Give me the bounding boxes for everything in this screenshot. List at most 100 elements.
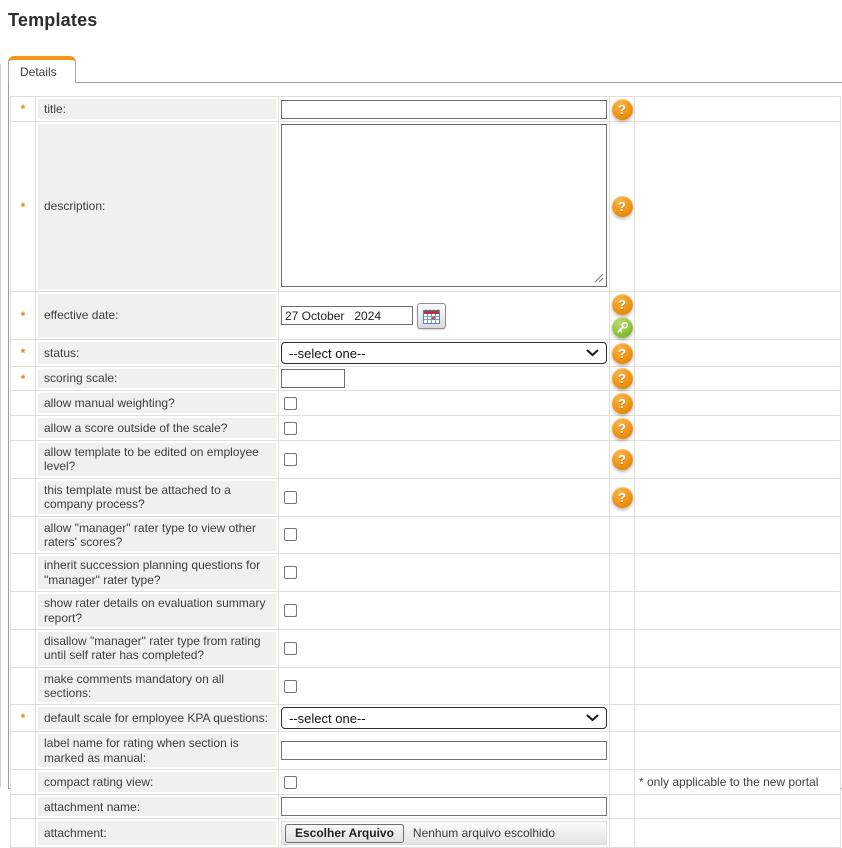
help-icon[interactable]: ? <box>612 368 633 389</box>
page-title: Templates <box>8 10 842 31</box>
score-outside-scale-checkbox[interactable] <box>284 422 297 435</box>
note-cell <box>635 630 840 667</box>
form-row-compact-rating: compact rating view: * only applicable t… <box>11 769 840 794</box>
status-select-value: --select one-- <box>289 346 366 361</box>
required-marker <box>11 795 36 818</box>
form-row-rater-details: show rater details on evaluation summary… <box>11 591 840 629</box>
kpa-scale-select[interactable]: --select one-- <box>281 707 607 729</box>
field-label-template-editable: allow template to be edited on employee … <box>36 441 279 478</box>
key-icon[interactable] <box>612 317 633 338</box>
help-icon[interactable]: ? <box>612 196 633 217</box>
note-cell <box>635 592 840 629</box>
field-label-title: title: <box>36 97 279 121</box>
note-cell <box>635 340 840 366</box>
disallow-manager-rating-checkbox[interactable] <box>284 642 297 655</box>
inherit-succession-checkbox[interactable] <box>284 566 297 579</box>
note-cell <box>635 819 840 847</box>
form-row-manual-weighting: allow manual weighting? ? <box>11 390 840 415</box>
manual-weighting-checkbox[interactable] <box>284 397 297 410</box>
field-label-comments-mandatory: make comments mandatory on all sections: <box>36 668 279 705</box>
form-row-comments-mandatory: make comments mandatory on all sections: <box>11 667 840 705</box>
choose-file-button[interactable]: Escolher Arquivo <box>285 824 404 843</box>
field-label-compact-rating: compact rating view: <box>36 770 279 794</box>
required-marker: * <box>11 367 36 390</box>
note-cell <box>635 97 840 121</box>
attachment-file-input[interactable]: Escolher Arquivo Nenhum arquivo escolhid… <box>281 821 607 845</box>
required-marker: * <box>11 705 36 731</box>
description-textarea[interactable] <box>281 124 607 287</box>
form-row-score-outside-scale: allow a score outside of the scale? ? <box>11 415 840 440</box>
field-label-score-outside-scale: allow a score outside of the scale? <box>36 416 279 440</box>
attachment-name-input[interactable] <box>281 797 607 816</box>
title-input[interactable] <box>281 100 607 119</box>
form-row-inherit-succession: inherit succession planning questions fo… <box>11 553 840 591</box>
compact-rating-checkbox[interactable] <box>284 776 297 789</box>
note-cell <box>635 732 840 769</box>
manual-rating-label-input[interactable] <box>281 741 607 760</box>
help-icon[interactable]: ? <box>612 294 633 315</box>
help-icon[interactable]: ? <box>612 449 633 470</box>
kpa-scale-select-value: --select one-- <box>289 711 366 726</box>
form-row-manual-rating-label: label name for rating when section is ma… <box>11 731 840 769</box>
help-icon[interactable]: ? <box>612 487 633 508</box>
field-label-manager-view-scores: allow "manager" rater type to view other… <box>36 517 279 554</box>
template-editable-checkbox[interactable] <box>284 453 297 466</box>
tab-details-label: Details <box>20 65 57 79</box>
chevron-down-icon <box>586 349 599 357</box>
rater-details-checkbox[interactable] <box>284 604 297 617</box>
help-icon[interactable]: ? <box>612 343 633 364</box>
help-icon[interactable]: ? <box>612 99 633 120</box>
status-select[interactable]: --select one-- <box>281 342 607 364</box>
field-label-manual-rating-label: label name for rating when section is ma… <box>36 732 279 769</box>
required-marker <box>11 630 36 667</box>
help-icon[interactable]: ? <box>612 418 633 439</box>
field-label-description: description: <box>36 122 279 291</box>
required-marker: * <box>11 97 36 121</box>
note-cell <box>635 668 840 705</box>
form-row-scoring-scale: * scoring scale: ? <box>11 366 840 390</box>
form-row-manager-view-scores: allow "manager" rater type to view other… <box>11 516 840 554</box>
note-cell <box>635 391 840 415</box>
field-label-effective-date: effective date: <box>36 292 279 339</box>
field-label-attachment-name: attachment name: <box>36 795 279 818</box>
required-marker: * <box>11 340 36 366</box>
form-row-template-editable: allow template to be edited on employee … <box>11 440 840 478</box>
form-row-attachment: attachment: Escolher Arquivo Nenhum arqu… <box>11 818 840 847</box>
note-cell <box>635 441 840 478</box>
required-marker: * <box>11 292 36 339</box>
form-row-company-process: this template must be attached to a comp… <box>11 478 840 516</box>
note-cell <box>635 416 840 440</box>
manager-view-scores-checkbox[interactable] <box>284 528 297 541</box>
required-marker <box>11 770 36 794</box>
company-process-checkbox[interactable] <box>284 491 297 504</box>
scoring-scale-input[interactable] <box>281 369 345 388</box>
form-row-disallow-manager-rating: disallow "manager" rater type from ratin… <box>11 629 840 667</box>
form-row-status: * status: --select one-- ? <box>11 339 840 366</box>
field-label-inherit-succession: inherit succession planning questions fo… <box>36 554 279 591</box>
required-marker <box>11 819 36 847</box>
note-cell <box>635 479 840 516</box>
note-cell <box>635 554 840 591</box>
field-label-scoring-scale: scoring scale: <box>36 367 279 390</box>
field-label-rater-details: show rater details on evaluation summary… <box>36 592 279 629</box>
required-marker <box>11 732 36 769</box>
form-row-description: * description: ? <box>11 121 840 291</box>
note-cell <box>635 122 840 291</box>
help-icon[interactable]: ? <box>612 393 633 414</box>
form-row-attachment-name: attachment name: <box>11 794 840 818</box>
resize-handle-icon[interactable] <box>594 273 604 283</box>
tab-details[interactable]: Details <box>8 56 76 83</box>
required-marker <box>11 391 36 415</box>
required-marker <box>11 592 36 629</box>
field-label-attachment: attachment: <box>36 819 279 847</box>
effective-date-input[interactable] <box>281 306 413 325</box>
required-marker <box>11 554 36 591</box>
field-label-disallow-manager-rating: disallow "manager" rater type from ratin… <box>36 630 279 667</box>
calendar-button[interactable] <box>417 303 446 329</box>
form-row-effective-date: * effective date: ? <box>11 291 840 339</box>
required-marker: * <box>11 122 36 291</box>
comments-mandatory-checkbox[interactable] <box>284 680 297 693</box>
template-form: * title: ? * description: ? * effective … <box>10 96 841 848</box>
note-cell <box>635 517 840 554</box>
field-label-company-process: this template must be attached to a comp… <box>36 479 279 516</box>
